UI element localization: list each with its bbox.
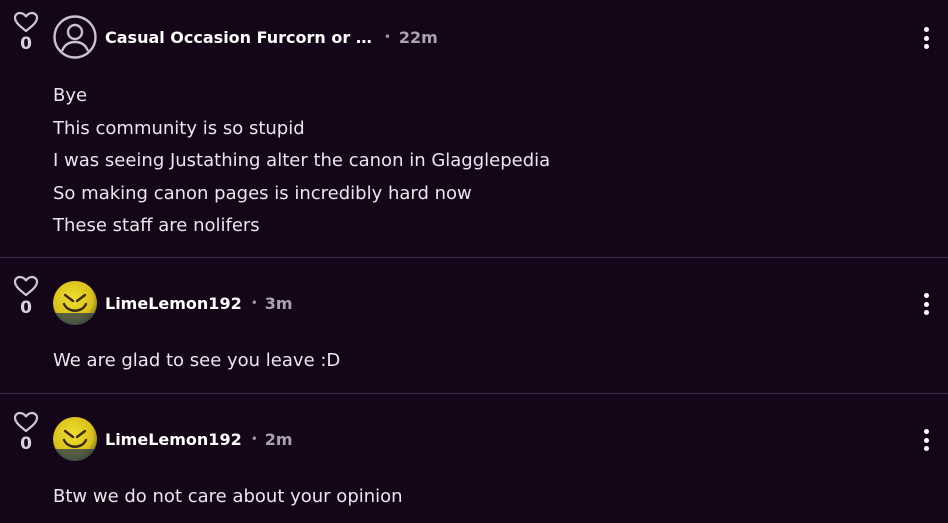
comment-header: LimeLemon192 • 2m (105, 429, 293, 449)
comment-line: Btw we do not care about your opinion (53, 486, 403, 507)
avatar[interactable] (53, 15, 97, 59)
more-options-icon[interactable] (917, 429, 935, 451)
comment-line: This community is so stupid (53, 117, 305, 139)
yellow-smiley-avatar (53, 293, 97, 325)
timestamp[interactable]: 3m (265, 294, 293, 313)
yellow-smiley-avatar (53, 429, 97, 461)
like-control[interactable]: 0 (13, 11, 39, 53)
separator-dot: • (250, 296, 258, 310)
comment-line: Bye (53, 85, 88, 106)
timestamp[interactable]: 22m (399, 28, 438, 47)
author-name[interactable]: Casual Occasion Furcorn or … (105, 28, 372, 47)
comment-body: Bye This community is so stupid I was se… (53, 83, 550, 246)
avatar[interactable] (53, 281, 97, 325)
like-count: 0 (20, 434, 32, 454)
like-control[interactable]: 0 (13, 275, 39, 317)
comment: 0 Casual Occasion Furcorn or … • 22m Bye… (0, 0, 948, 257)
comment: 0 LimeLemon192 • 3m We are glad to see y… (0, 258, 948, 393)
like-count: 0 (20, 34, 32, 54)
author-name[interactable]: LimeLemon192 (105, 430, 242, 449)
comment-line: These staff are nolifers (53, 215, 260, 236)
comment-line: So making canon pages is incredibly hard… (53, 182, 472, 204)
comment-thread: 0 Casual Occasion Furcorn or … • 22m Bye… (0, 0, 948, 523)
heart-icon[interactable] (13, 275, 39, 297)
more-options-icon[interactable] (917, 293, 935, 315)
comment-body: We are glad to see you leave :D (53, 348, 340, 381)
comment-line: I was seeing Justathing alter the canon … (53, 150, 551, 171)
comment-header: LimeLemon192 • 3m (105, 293, 293, 313)
more-options-icon[interactable] (917, 27, 935, 49)
like-control[interactable]: 0 (13, 411, 39, 453)
author-name[interactable]: LimeLemon192 (105, 294, 242, 313)
comment-header: Casual Occasion Furcorn or … • 22m (105, 27, 438, 47)
separator-dot: • (383, 30, 391, 44)
comment-body: Btw we do not care about your opinion (53, 484, 403, 517)
heart-icon[interactable] (13, 411, 39, 433)
like-count: 0 (20, 298, 32, 318)
avatar[interactable] (53, 417, 97, 461)
comment-line: We are glad to see you leave :D (53, 350, 341, 371)
default-user-icon (53, 15, 97, 59)
timestamp[interactable]: 2m (265, 430, 293, 449)
heart-icon[interactable] (13, 11, 39, 33)
comment: 0 LimeLemon192 • 2m Btw we do not care a… (0, 394, 948, 523)
separator-dot: • (250, 432, 258, 446)
